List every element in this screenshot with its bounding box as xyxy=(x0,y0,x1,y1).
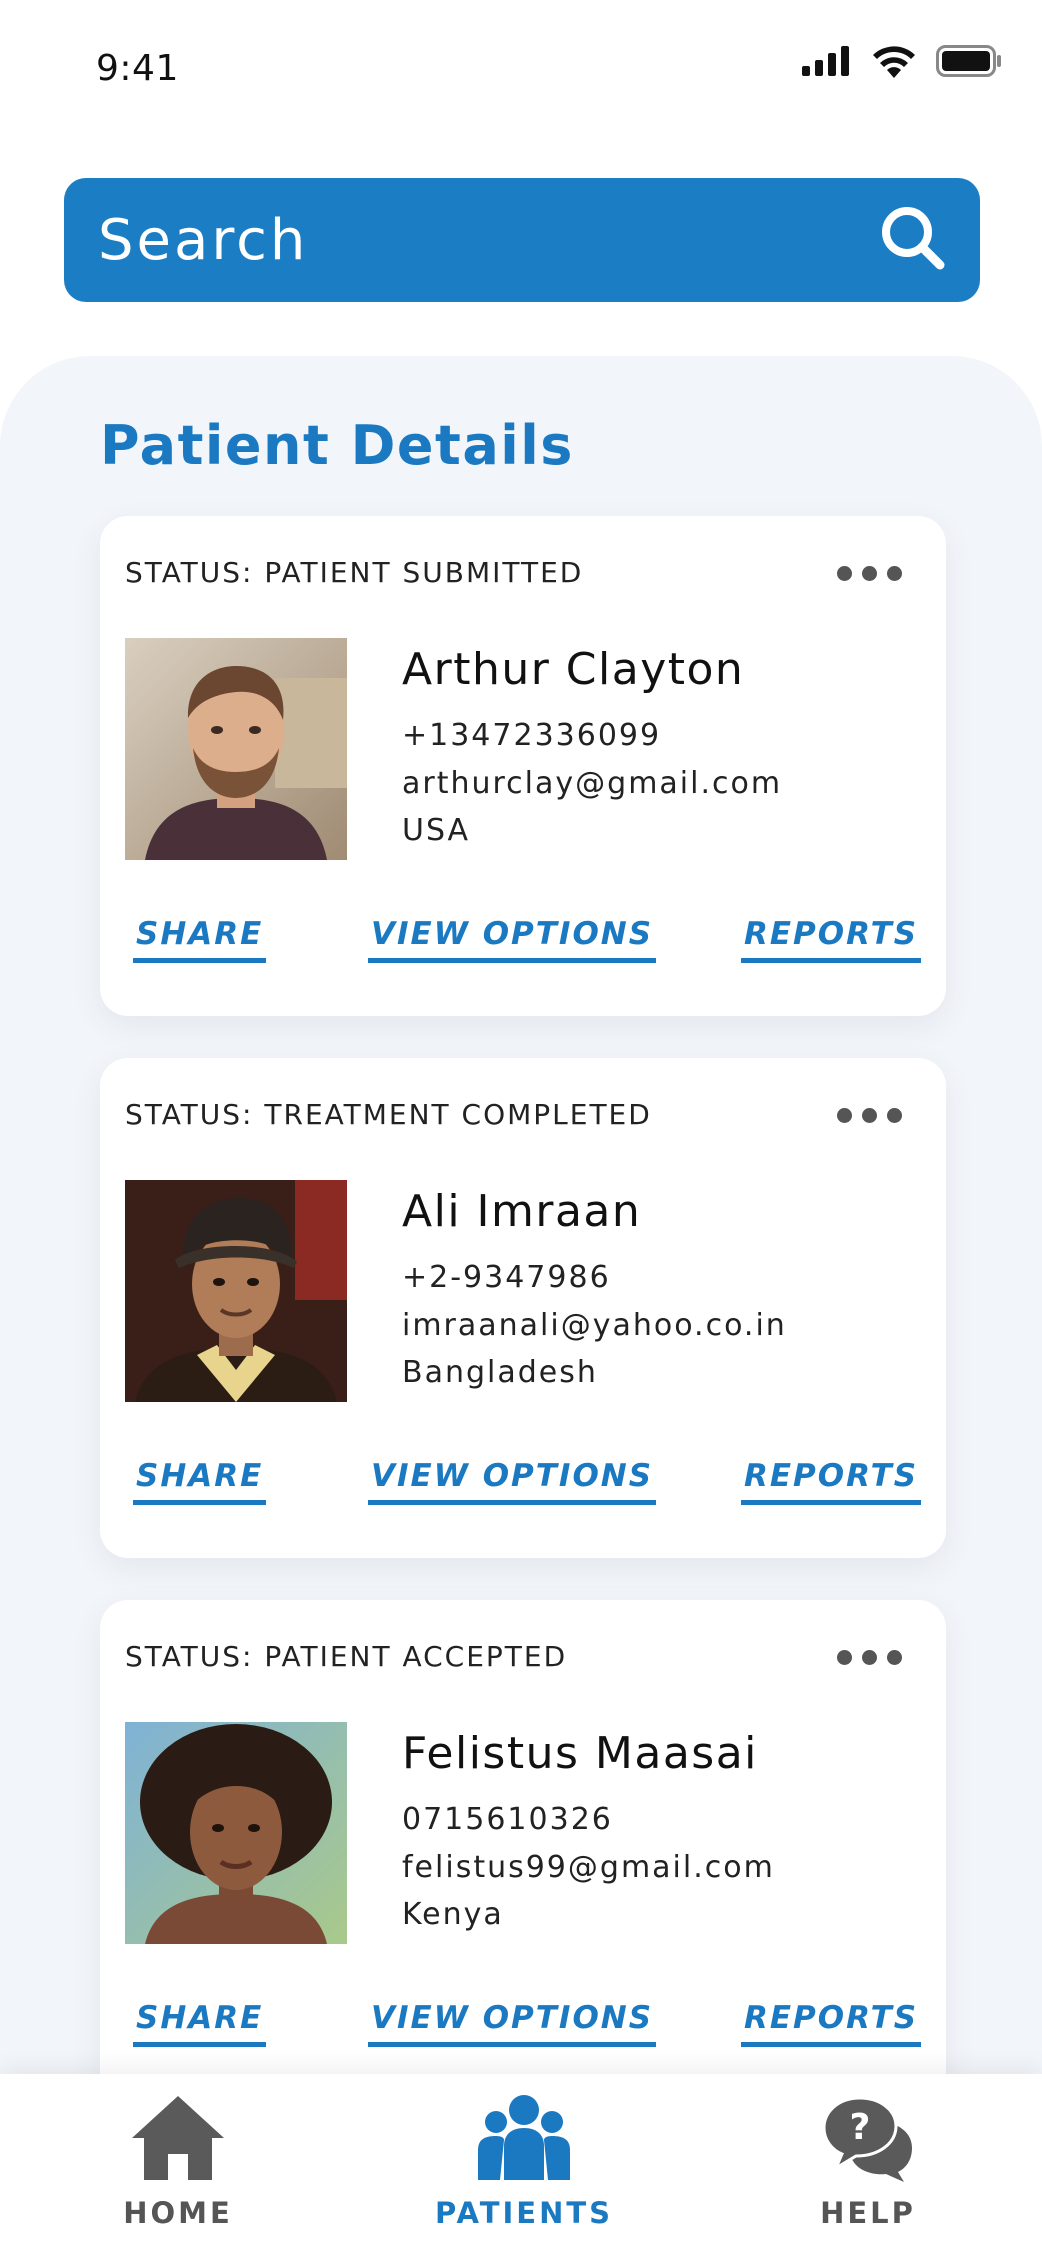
search-bar[interactable] xyxy=(64,178,980,302)
wifi-icon xyxy=(872,44,916,82)
nav-label-home: HOME xyxy=(123,2196,233,2230)
reports-button[interactable]: REPORTS xyxy=(741,1458,922,1505)
patient-name: Felistus Maasai xyxy=(402,1728,758,1779)
patient-phone: 0715610326 xyxy=(402,1802,613,1837)
view-options-button[interactable]: VIEW OPTIONS xyxy=(368,2000,657,2047)
patient-card: STATUS: PATIENT ACCEPTED Felistus Maasai… xyxy=(100,1600,946,2100)
search-icon[interactable] xyxy=(880,205,946,275)
patient-name: Arthur Clayton xyxy=(402,644,745,695)
status-icons xyxy=(802,44,1002,82)
patient-phone: +13472336099 xyxy=(402,718,662,753)
reports-button[interactable]: REPORTS xyxy=(741,916,922,963)
status-label: STATUS: PATIENT ACCEPTED xyxy=(125,1640,568,1673)
signal-icon xyxy=(802,46,852,80)
patient-email: arthurclay@gmail.com xyxy=(402,766,783,801)
battery-icon xyxy=(936,45,1002,81)
patient-country: Bangladesh xyxy=(402,1355,598,1390)
svg-text:?: ? xyxy=(850,2107,871,2148)
patient-card: STATUS: TREATMENT COMPLETED Ali Imraan +… xyxy=(100,1058,946,1558)
patient-email: imraanali@yahoo.co.in xyxy=(402,1308,787,1343)
patient-email: felistus99@gmail.com xyxy=(402,1850,775,1885)
patient-country: USA xyxy=(402,813,471,848)
nav-item-help[interactable]: ? HELP xyxy=(768,2094,968,2230)
view-options-button[interactable]: VIEW OPTIONS xyxy=(368,1458,657,1505)
more-options-icon[interactable] xyxy=(837,1650,902,1665)
search-input[interactable] xyxy=(98,207,858,273)
home-icon xyxy=(130,2094,226,2186)
share-button[interactable]: SHARE xyxy=(133,916,267,963)
share-button[interactable]: SHARE xyxy=(133,1458,267,1505)
patient-card: STATUS: PATIENT SUBMITTED Arthur Clayton… xyxy=(100,516,946,1016)
view-options-button[interactable]: VIEW OPTIONS xyxy=(368,916,657,963)
patient-country: Kenya xyxy=(402,1897,504,1932)
nav-label-help: HELP xyxy=(820,2196,916,2230)
nav-label-patients: PATIENTS xyxy=(434,2196,614,2230)
page-title: Patient Details xyxy=(100,414,574,477)
patient-phone: +2-9347986 xyxy=(402,1260,611,1295)
status-time: 9:41 xyxy=(96,48,179,89)
nav-item-patients[interactable]: PATIENTS xyxy=(424,2094,624,2230)
nav-item-home[interactable]: HOME xyxy=(78,2094,278,2230)
status-label: STATUS: TREATMENT COMPLETED xyxy=(125,1098,652,1131)
patients-icon xyxy=(476,2094,572,2186)
reports-button[interactable]: REPORTS xyxy=(741,2000,922,2047)
avatar xyxy=(125,1180,347,1402)
more-options-icon[interactable] xyxy=(837,566,902,581)
more-options-icon[interactable] xyxy=(837,1108,902,1123)
help-icon: ? xyxy=(820,2094,916,2186)
patient-name: Ali Imraan xyxy=(402,1186,642,1237)
status-bar: 9:41 xyxy=(0,0,1042,130)
avatar xyxy=(125,1722,347,1944)
bottom-nav: HOME PATIENTS ? HELP xyxy=(0,2074,1042,2256)
avatar xyxy=(125,638,347,860)
share-button[interactable]: SHARE xyxy=(133,2000,267,2047)
status-label: STATUS: PATIENT SUBMITTED xyxy=(125,556,584,589)
